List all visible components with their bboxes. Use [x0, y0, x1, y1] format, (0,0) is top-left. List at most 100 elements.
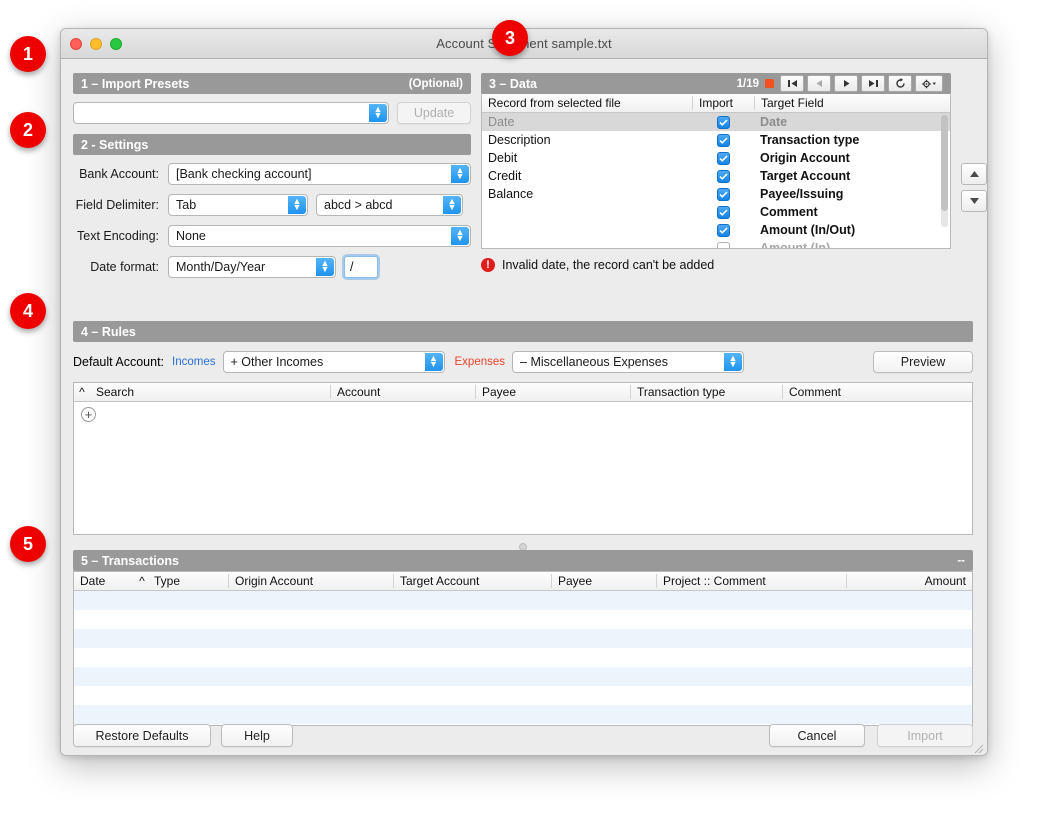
- column-payee[interactable]: Payee: [475, 385, 630, 399]
- cell-source: Balance: [488, 187, 534, 201]
- help-button[interactable]: Help: [221, 724, 293, 747]
- rules-header: 4 – Rules: [73, 321, 973, 342]
- first-record-button[interactable]: [780, 75, 804, 92]
- bank-account-select[interactable]: [Bank checking account] ▲ ▼: [168, 163, 471, 185]
- checkbox-checked-icon[interactable]: [716, 151, 730, 165]
- cell-import[interactable]: [692, 151, 754, 165]
- cell-import[interactable]: [692, 187, 754, 201]
- table-row[interactable]: Balance Payee/Issuing: [482, 185, 950, 203]
- close-button[interactable]: [70, 38, 82, 50]
- add-rule-button[interactable]: +: [81, 407, 96, 422]
- data-scrollbar[interactable]: [941, 115, 948, 227]
- move-down-button[interactable]: [961, 190, 987, 212]
- checkbox-checked-icon[interactable]: [716, 187, 730, 201]
- error-message-text: Invalid date, the record can't be added: [502, 258, 715, 272]
- table-row[interactable]: Comment: [482, 203, 950, 221]
- field-order-value: abcd > abcd: [324, 198, 393, 212]
- table-row[interactable]: [74, 705, 972, 724]
- incomes-account-select[interactable]: + Other Incomes ▲ ▼: [222, 351, 445, 373]
- column-origin-account[interactable]: Origin Account: [228, 574, 393, 588]
- import-button[interactable]: Import: [877, 724, 973, 747]
- chevron-updown-icon[interactable]: ▲ ▼: [451, 165, 469, 183]
- checkbox-checked-icon[interactable]: [716, 115, 730, 129]
- rules-transactions-splitter[interactable]: [73, 535, 973, 551]
- annotation-badge-4: 4: [10, 293, 46, 329]
- previous-record-button[interactable]: [807, 75, 831, 92]
- table-row[interactable]: [74, 667, 972, 686]
- column-comment[interactable]: Comment: [782, 385, 972, 399]
- incomes-label: Incomes: [172, 356, 216, 368]
- incomes-account-value: + Other Incomes: [230, 355, 324, 369]
- checkbox-checked-icon[interactable]: [716, 169, 730, 183]
- date-separator-input[interactable]: /: [344, 256, 378, 278]
- move-up-button[interactable]: [961, 163, 987, 185]
- table-row[interactable]: Amount (In/Out): [482, 221, 950, 239]
- default-account-label: Default Account:: [73, 355, 165, 369]
- column-date[interactable]: Date: [74, 574, 136, 588]
- table-row[interactable]: Amount (In): [482, 239, 950, 249]
- table-row[interactable]: Description Transaction type: [482, 131, 950, 149]
- cell-import[interactable]: [692, 169, 754, 183]
- cell-import[interactable]: [692, 115, 754, 129]
- cell-target: Amount (In): [760, 241, 831, 249]
- preset-combo[interactable]: ▲ ▼: [73, 102, 389, 124]
- column-import: Import: [692, 96, 754, 110]
- chevron-updown-icon[interactable]: ▲ ▼: [424, 353, 443, 371]
- column-project-comment[interactable]: Project :: Comment: [656, 574, 846, 588]
- checkbox-checked-icon[interactable]: [716, 133, 730, 147]
- table-row[interactable]: Credit Target Account: [482, 167, 950, 185]
- next-record-button[interactable]: [834, 75, 858, 92]
- cell-import[interactable]: [692, 241, 754, 248]
- chevron-updown-icon[interactable]: ▲ ▼: [316, 258, 334, 276]
- chevron-updown-icon[interactable]: ▲ ▼: [369, 104, 387, 122]
- date-format-row: Date format: Month/Day/Year ▲ ▼ /: [73, 256, 471, 278]
- checkbox-unchecked-icon[interactable]: [716, 241, 730, 248]
- table-row[interactable]: [74, 686, 972, 705]
- date-format-select[interactable]: Month/Day/Year ▲ ▼: [168, 256, 336, 278]
- column-target-account[interactable]: Target Account: [393, 574, 551, 588]
- table-row[interactable]: [74, 610, 972, 629]
- column-target-field: Target Field: [754, 96, 950, 110]
- refresh-button[interactable]: [888, 75, 912, 92]
- checkbox-checked-icon[interactable]: [716, 223, 730, 237]
- sort-indicator-icon[interactable]: ^: [136, 574, 148, 588]
- checkbox-checked-icon[interactable]: [716, 205, 730, 219]
- cell-import[interactable]: [692, 223, 754, 237]
- column-payee[interactable]: Payee: [551, 574, 656, 588]
- date-format-value: Month/Day/Year: [176, 260, 266, 274]
- column-account[interactable]: Account: [330, 385, 475, 399]
- column-amount[interactable]: Amount: [846, 574, 972, 588]
- table-row[interactable]: [74, 648, 972, 667]
- last-record-button[interactable]: [861, 75, 885, 92]
- chevron-updown-icon[interactable]: ▲ ▼: [288, 196, 306, 214]
- column-search[interactable]: Search: [90, 385, 330, 399]
- error-icon: !: [481, 258, 495, 272]
- minimize-button[interactable]: [90, 38, 102, 50]
- chevron-updown-icon[interactable]: ▲ ▼: [451, 227, 469, 245]
- expenses-account-value: – Miscellaneous Expenses: [520, 355, 669, 369]
- table-row[interactable]: Debit Origin Account: [482, 149, 950, 167]
- restore-defaults-button[interactable]: Restore Defaults: [73, 724, 211, 747]
- text-encoding-select[interactable]: None ▲ ▼: [168, 225, 471, 247]
- chevron-updown-icon[interactable]: ▲ ▼: [724, 353, 743, 371]
- resize-grip-icon[interactable]: [971, 741, 984, 754]
- update-preset-button[interactable]: Update: [397, 102, 471, 124]
- preview-button[interactable]: Preview: [873, 351, 973, 373]
- expenses-account-select[interactable]: – Miscellaneous Expenses ▲ ▼: [512, 351, 745, 373]
- table-row[interactable]: [74, 591, 972, 610]
- table-row[interactable]: [74, 629, 972, 648]
- text-encoding-label: Text Encoding:: [77, 229, 159, 243]
- field-delimiter-select[interactable]: Tab ▲ ▼: [168, 194, 308, 216]
- settings-gear-button[interactable]: [915, 75, 943, 92]
- cell-import[interactable]: [692, 205, 754, 219]
- column-transaction-type[interactable]: Transaction type: [630, 385, 782, 399]
- zoom-button[interactable]: [110, 38, 122, 50]
- transactions-section: 5 – Transactions -- Date ^ Type Origin A…: [73, 550, 973, 726]
- cancel-button[interactable]: Cancel: [769, 724, 865, 747]
- cell-import[interactable]: [692, 133, 754, 147]
- field-order-select[interactable]: abcd > abcd ▲ ▼: [316, 194, 463, 216]
- column-type[interactable]: Type: [148, 574, 228, 588]
- sort-indicator-icon[interactable]: ^: [74, 385, 90, 399]
- table-row[interactable]: Date Date: [482, 113, 950, 131]
- chevron-updown-icon[interactable]: ▲ ▼: [443, 196, 461, 214]
